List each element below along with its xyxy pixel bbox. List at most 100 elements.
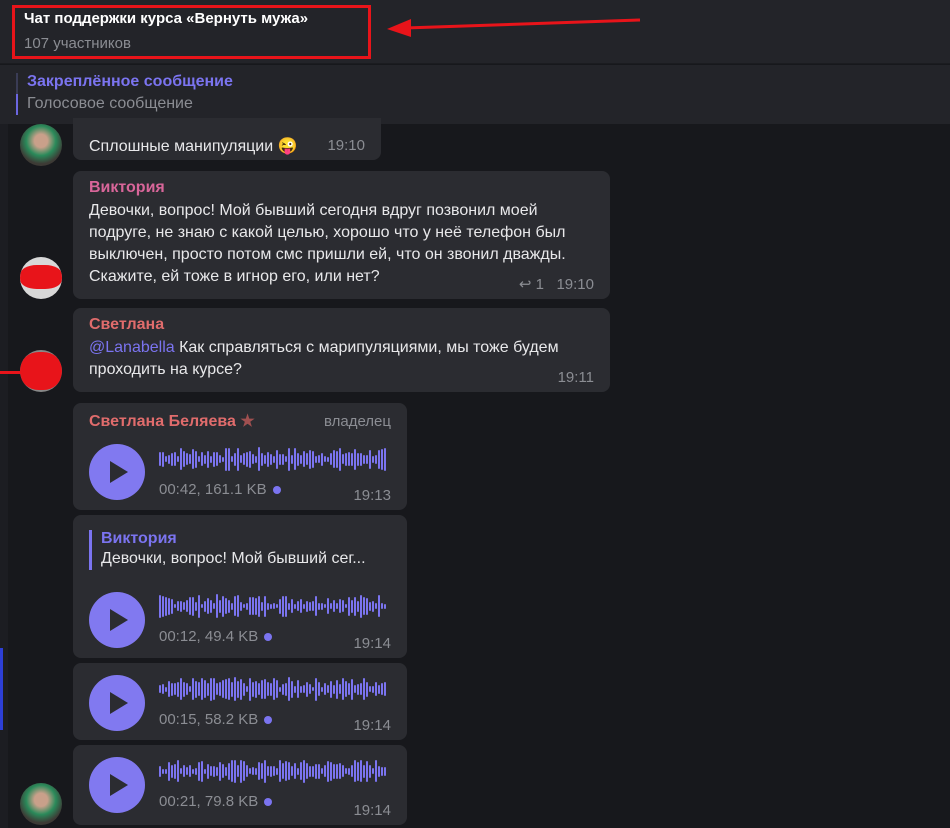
waveform-bar (360, 683, 362, 695)
waveform-bar (234, 677, 236, 701)
waveform-bar (384, 766, 386, 776)
waveform-bar (336, 763, 338, 779)
waveform-bar (363, 764, 365, 778)
waveform-bar (369, 764, 371, 778)
waveform-bar (252, 767, 254, 775)
waveform-bar (315, 455, 317, 463)
waveform-bar (363, 678, 365, 700)
mention-link[interactable]: @Lanabella (89, 339, 175, 356)
waveform-bar (309, 601, 311, 611)
waveform-bar (297, 767, 299, 775)
waveform-bar (219, 455, 221, 463)
waveform-bar (357, 452, 359, 466)
waveform-bar (360, 760, 362, 782)
waveform-bar (345, 604, 347, 608)
waveform-bar (354, 685, 356, 693)
waveform-bar (207, 682, 209, 696)
waveform-bar (270, 453, 272, 465)
avatar[interactable] (20, 124, 62, 166)
play-button[interactable] (89, 675, 145, 731)
waveform-bar (165, 768, 167, 774)
waveform[interactable] (159, 593, 389, 619)
waveform-bar (276, 449, 278, 469)
waveform[interactable] (159, 676, 389, 702)
play-button[interactable] (89, 592, 145, 648)
author-name[interactable]: Светлана Беляева (89, 413, 236, 430)
waveform-bar (189, 686, 191, 692)
waveform-bar (336, 679, 338, 699)
reply-icon[interactable]: ↩ (519, 276, 532, 293)
waveform-bar (321, 686, 323, 692)
waveform-bar (186, 600, 188, 612)
waveform-bar (372, 455, 374, 463)
waveform-bar (177, 601, 179, 611)
play-button[interactable] (89, 444, 145, 500)
avatar[interactable] (20, 350, 62, 392)
waveform-bar (192, 678, 194, 700)
waveform-bar (165, 686, 167, 692)
unplayed-dot (264, 798, 273, 807)
waveform-bar (324, 683, 326, 695)
waveform-bar (381, 683, 383, 695)
waveform-bar (159, 594, 161, 618)
waveform-bar (168, 681, 170, 697)
waveform-bar (198, 761, 200, 781)
author-name[interactable]: Светлана (89, 316, 594, 334)
waveform-bar (258, 683, 260, 695)
waveform-bar (285, 595, 287, 617)
reply-count[interactable]: 1 (536, 276, 544, 293)
waveform-bar (270, 682, 272, 696)
waveform-bar (354, 760, 356, 782)
message-time: 19:11 (557, 369, 594, 386)
waveform-bar (216, 452, 218, 466)
waveform-bar (273, 766, 275, 776)
waveform-bar (381, 603, 383, 609)
waveform-bar (246, 451, 248, 467)
waveform-bar (201, 760, 203, 782)
waveform-bar (228, 678, 230, 700)
waveform-bar (165, 456, 167, 462)
waveform-bar (294, 603, 296, 609)
waveform-bar (300, 599, 302, 613)
waveform-bar (252, 454, 254, 464)
waveform-bar (372, 685, 374, 693)
waveform-bar (348, 596, 350, 616)
waveform-bar (192, 768, 194, 774)
waveform-bar (282, 453, 284, 465)
message-text: Сплошные манипуляции (89, 138, 274, 155)
waveform-bar (234, 596, 236, 616)
play-button[interactable] (89, 757, 145, 813)
waveform-bar (267, 451, 269, 467)
waveform-bar (297, 680, 299, 698)
waveform-bar (177, 456, 179, 462)
waveform-bar (279, 598, 281, 614)
pinned-message[interactable]: Закреплённое сообщение Голосовое сообщен… (0, 65, 950, 124)
waveform-bar (327, 598, 329, 614)
avatar[interactable] (20, 257, 62, 299)
waveform-bar (294, 763, 296, 779)
waveform-bar (327, 456, 329, 462)
waveform-bar (378, 449, 380, 469)
waveform-bar (162, 684, 164, 694)
waveform-bar (285, 682, 287, 696)
author-name[interactable]: Виктория (89, 179, 594, 197)
waveform-bar (378, 765, 380, 777)
waveform-bar (279, 760, 281, 782)
waveform-bar (213, 678, 215, 700)
waveform-bar (216, 683, 218, 695)
waveform-bar (216, 594, 218, 618)
waveform-bar (300, 762, 302, 780)
waveform-bar (195, 767, 197, 775)
waveform[interactable] (159, 758, 389, 784)
waveform-bar (162, 595, 164, 617)
waveform-bar (363, 454, 365, 464)
waveform-bar (210, 455, 212, 463)
waveform-bar (291, 454, 293, 464)
voice-message: Виктория Девочки, вопрос! Мой бывший сег… (73, 515, 407, 658)
waveform-bar (159, 685, 161, 693)
avatar[interactable] (20, 783, 62, 825)
waveform[interactable] (159, 446, 389, 472)
chat-header[interactable]: Чат поддержки курса «Вернуть мужа» 107 у… (0, 0, 950, 64)
waveform-bar (339, 447, 341, 471)
reply-quote[interactable]: Виктория Девочки, вопрос! Мой бывший сег… (89, 530, 391, 570)
